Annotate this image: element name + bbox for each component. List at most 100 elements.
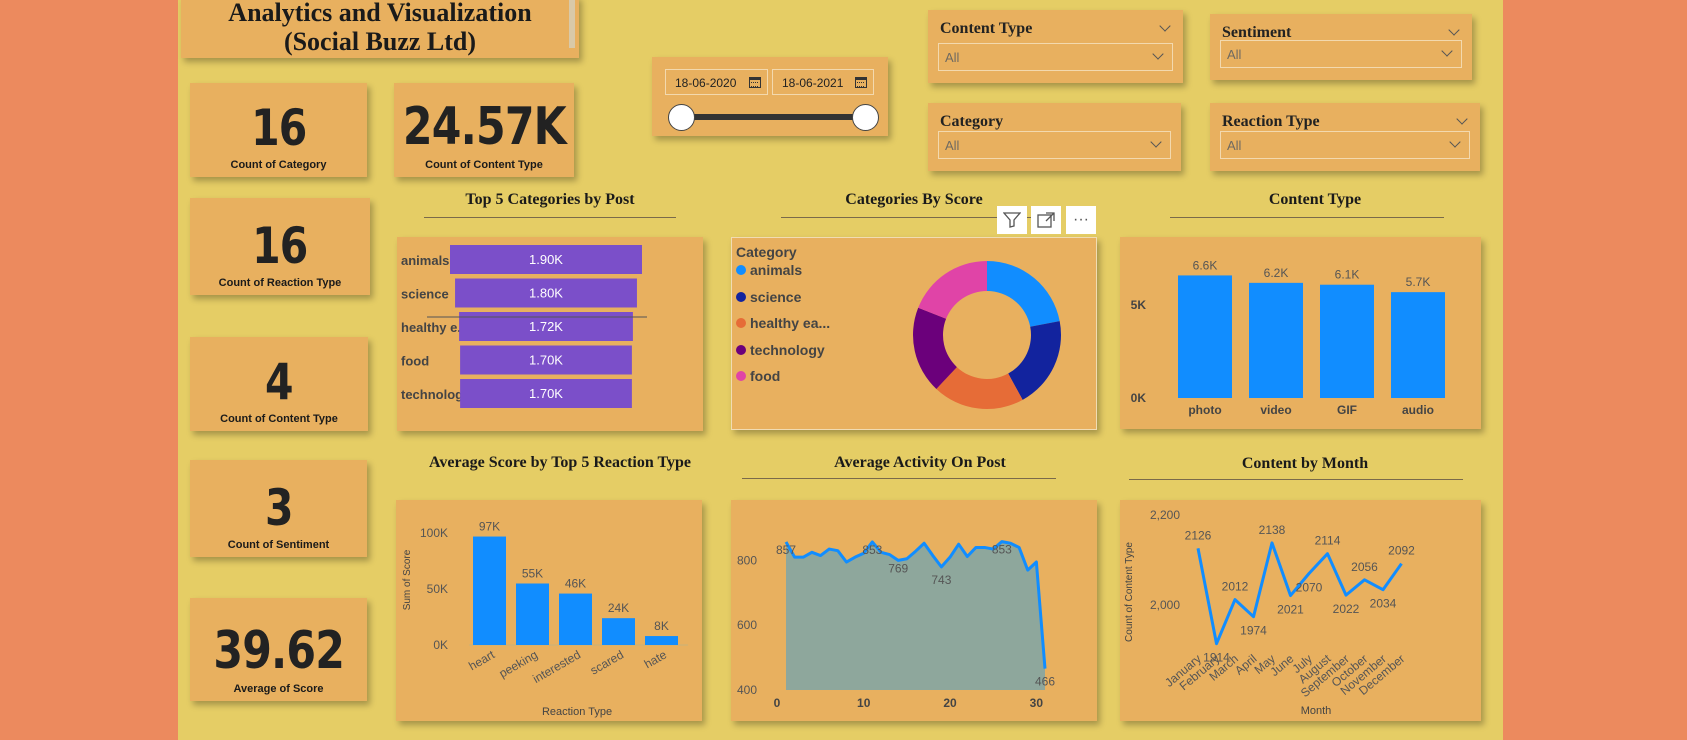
legend-item[interactable]: healthy ea... (736, 315, 830, 331)
bar (1178, 275, 1232, 398)
x-tick-label: 0 (774, 696, 781, 710)
chart-title-content-type: Content Type (1268, 191, 1362, 208)
slicer-dropdown[interactable]: All (938, 43, 1173, 71)
slicer-value: All (945, 138, 960, 153)
focus-mode-icon-glyph (1037, 212, 1055, 228)
date-slider-start-handle[interactable] (668, 104, 695, 131)
chevron-down-icon[interactable] (1152, 48, 1164, 60)
legend-item[interactable]: technology (736, 342, 825, 358)
x-tick-label: heart (466, 647, 497, 673)
bar (1249, 282, 1303, 398)
slicer-dropdown[interactable]: All (1220, 131, 1470, 159)
point-label: 2114 (1315, 534, 1341, 548)
kpi-label: Count of Content Type (220, 413, 338, 425)
title-underline (424, 217, 676, 218)
calendar-icon[interactable] (749, 77, 761, 88)
chart-title-activity: Average Activity On Post (834, 454, 1006, 471)
slicer-title: Category (940, 113, 1004, 130)
kpi-count-content-type-2: 4 Count of Content Type (190, 337, 368, 431)
point-label: 466 (1035, 675, 1055, 689)
legend-item[interactable]: science (736, 289, 801, 305)
reaction-bar-chart: 100K50K0K97Kheart55Kpeeking46Kinterested… (402, 520, 688, 718)
report-title-card: Analytics and Visualization (Social Buzz… (181, 0, 579, 58)
y-tick-label: 400 (737, 683, 757, 697)
chevron-down-icon[interactable] (1456, 113, 1468, 125)
slicer-category[interactable]: Category All (928, 103, 1181, 171)
chevron-down-icon[interactable] (1150, 136, 1162, 148)
y-tick-label: 5K (1131, 298, 1147, 312)
start-date-input[interactable]: 18-06-2020 (665, 69, 768, 95)
slicer-dropdown[interactable]: All (1220, 40, 1462, 68)
kpi-label: Average of Score (233, 683, 324, 695)
legend-label: healthy ea... (750, 315, 831, 331)
data-label: 24K (608, 601, 629, 615)
date-slider-end-handle[interactable] (852, 104, 879, 131)
category-label: healthy e... (401, 320, 468, 335)
kpi-value: 39.62 (213, 621, 345, 681)
slicer-title: Reaction Type (1222, 113, 1320, 130)
legend-dot (736, 344, 746, 355)
data-label: 55K (522, 567, 543, 581)
activity-area-chart: 800 600 400 0 10 20 30 857 853 769 743 853 466 (737, 540, 1055, 710)
legend-label: food (750, 368, 781, 384)
more-options-icon[interactable]: ··· (1066, 206, 1096, 234)
content-type-bar-chart: 5K 0K 6.6K photo 6.2K video 6.1K GIF 5.7K audio (1131, 258, 1445, 417)
chart-title-month: Content by Month (1241, 455, 1369, 472)
y-tick-label: 0K (433, 638, 448, 652)
chart-title-top5: Top 5 Categories by Post (465, 191, 635, 208)
x-tick-label: GIF (1337, 403, 1357, 417)
point-label: 2056 (1351, 560, 1378, 574)
activity-on-post-chart[interactable]: 800 600 400 0 10 20 30 857 853 769 743 853 466 (731, 500, 1097, 721)
top5-bar-chart: animals 1.90K science 1.80K healthy e... 1.72… (401, 245, 647, 408)
end-date-value: 18-06-2021 (782, 76, 844, 90)
data-label: 8K (654, 619, 669, 633)
chart-title-reaction: Average Score by Top 5 Reaction Type (429, 454, 691, 471)
filter-icon[interactable] (997, 206, 1027, 234)
slicer-value: All (1227, 138, 1242, 153)
legend-item[interactable]: food (736, 368, 780, 384)
title-underline (1129, 479, 1463, 480)
content-by-month-chart[interactable]: 2,200 2,000 2126 January 1914 February 2012 Mar… (1120, 500, 1481, 721)
reaction-score-chart[interactable]: 100K 50K 0K 97K heart 55K peeking 46K interested… (396, 500, 702, 721)
focus-mode-icon[interactable] (1031, 206, 1061, 234)
slicer-reaction-type[interactable]: Reaction Type All (1210, 103, 1480, 171)
legend-dot (736, 291, 746, 302)
donut-slice (987, 261, 1060, 327)
date-slider-track[interactable] (682, 114, 854, 120)
legend-label: science (750, 288, 802, 305)
chevron-down-icon[interactable] (1441, 45, 1453, 57)
point-label: 2021 (1277, 603, 1304, 617)
x-tick-label: 20 (943, 696, 957, 710)
area-fill (786, 541, 1045, 690)
kpi-value: 16 (250, 99, 307, 157)
end-date-input[interactable]: 18-06-2021 (772, 69, 874, 95)
x-axis-title: Month (1301, 705, 1332, 717)
bar (516, 583, 549, 645)
kpi-label: Count of Sentiment (227, 539, 330, 551)
title-underline (1170, 217, 1444, 218)
y-tick-label: 50K (427, 582, 448, 596)
kpi-count-content-type: 24.57K Count of Content Type (394, 83, 574, 177)
slicer-dropdown[interactable]: All (938, 131, 1171, 159)
legend-item[interactable]: animals (736, 262, 802, 278)
data-label: 6.2K (1264, 266, 1289, 280)
slicer-content-type[interactable]: Content Type All (928, 10, 1183, 83)
point-label: 857 (776, 543, 796, 557)
kpi-average-score: 39.62 Average of Score (190, 598, 367, 701)
content-type-chart[interactable]: 5K 0K 6.6K photo 6.2K video 6.1K GIF 5.7K audio (1120, 237, 1481, 429)
chevron-down-icon[interactable] (1449, 136, 1461, 148)
chevron-down-icon[interactable] (1159, 20, 1171, 32)
categories-by-score-chart[interactable]: Category animals science healthy ea... tech… (731, 237, 1097, 430)
top5-categories-chart[interactable]: animals 1.90K science 1.80K healthy e... 1.72… (397, 237, 703, 431)
chevron-down-icon[interactable] (1448, 24, 1460, 36)
data-label: 97K (479, 520, 500, 534)
category-label: science (401, 287, 449, 302)
point-label: 2126 (1185, 528, 1212, 542)
x-tick-label: audio (1402, 403, 1434, 417)
legend-dot (736, 371, 746, 381)
scrollbar[interactable] (569, 0, 575, 48)
legend-title: Category (736, 244, 797, 260)
calendar-icon[interactable] (855, 77, 867, 88)
slicer-title: Content Type (940, 20, 1033, 37)
slicer-sentiment[interactable]: Sentiment All (1210, 14, 1472, 80)
